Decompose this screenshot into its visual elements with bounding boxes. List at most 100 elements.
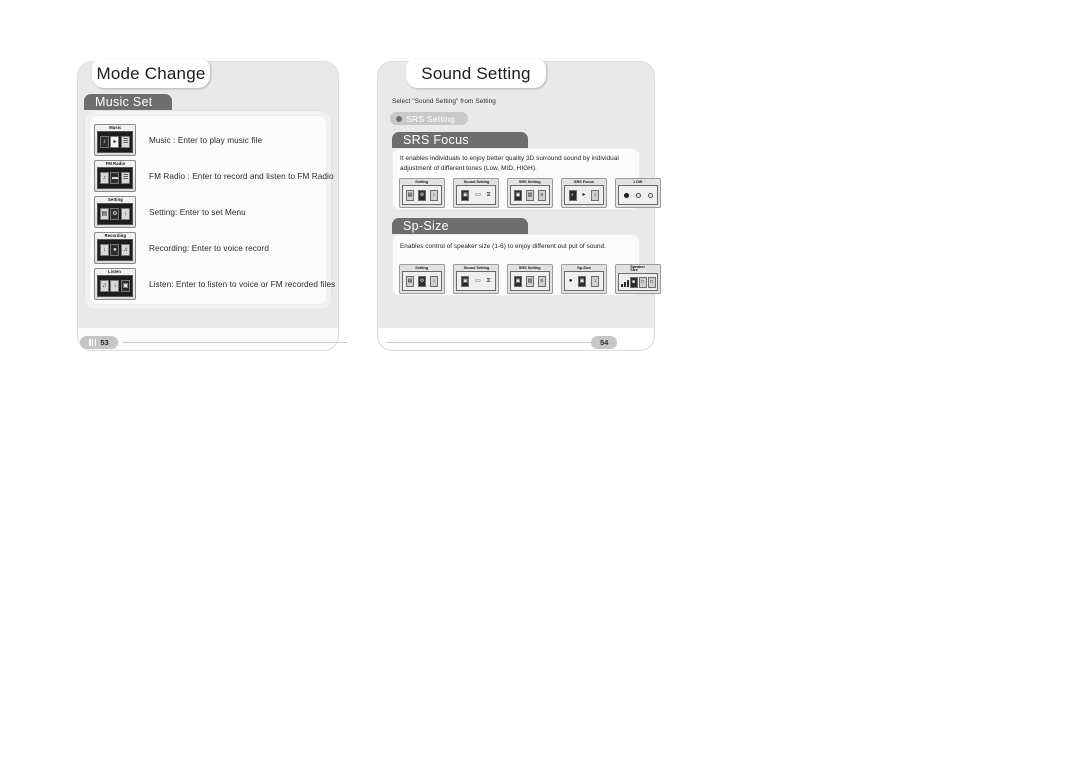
lcd-glyph: ▤ — [99, 208, 109, 220]
lcd-glyph: ▣ — [121, 280, 131, 292]
step-icon-caption: Sp-Size — [577, 265, 591, 271]
step-icon-caption: LOW — [633, 179, 643, 185]
bullet-dot-icon — [396, 115, 402, 122]
lcd-glyph: ♪ — [99, 172, 109, 184]
device-icon-caption: Music — [108, 125, 122, 131]
step-icon-screen: ▣ ▭ ⧖ — [456, 271, 496, 291]
step-icon-setting: Setting ▤ ⚙ ↓ — [399, 264, 445, 294]
speaker-level-bars-icon — [620, 278, 629, 287]
step-icon-screen — [618, 185, 658, 205]
page-marker-ticks — [89, 339, 97, 346]
list-item-label: Music : Enter to play music file — [149, 135, 263, 145]
device-icon-listen: Listen ♫ ↓ ▣ — [94, 268, 136, 300]
step-icon-caption: SRS Setting — [519, 179, 541, 185]
device-icon-screen: ♪ ▸ ☰ — [97, 131, 133, 153]
lead-instruction: Select "Sound Setting" from Setting — [392, 98, 496, 105]
srs-focus-description: It enables individuals to enjoy better q… — [400, 155, 619, 172]
step-icon-srs-setting: SRS Setting ▣ ▥ ≡ — [507, 178, 553, 208]
page-number-value: 53 — [100, 338, 109, 347]
step-icon-setting: Setting ▤ ⚙ ↓ — [399, 178, 445, 208]
mini-glyph: ↓ — [591, 275, 600, 287]
mini-glyph: ▣ — [514, 275, 522, 287]
lcd-glyph: ♪ — [99, 136, 109, 148]
mini-glyph: □ — [638, 276, 647, 288]
device-icon-music: Music ♪ ▸ ☰ — [94, 124, 136, 156]
step-icon-caption: SRS Setting — [519, 265, 541, 271]
step-icon-screen: ▤ ⚙ ↓ — [402, 185, 442, 205]
level-dot-empty-icon — [635, 192, 641, 198]
device-icon-screen: ♫ ↓ ▣ — [97, 275, 133, 297]
srs-setting-pill: SRS Setting — [390, 112, 468, 125]
step-icon-screen: ■ □ □ — [618, 273, 658, 291]
mini-glyph: ▤ — [406, 189, 414, 201]
mini-glyph: ▭ — [475, 192, 481, 198]
section-tab-sp-size: Sp-Size — [392, 218, 528, 234]
step-icon-screen: ▣ ▭ ⧖ — [456, 185, 496, 205]
step-icon-caption: Speaker Size — [630, 264, 646, 273]
step-icon-speaker-size: Speaker Size ■ □ □ — [615, 264, 661, 294]
step-icon-screen: ▤ ⚙ ↓ — [402, 271, 442, 291]
level-dot-filled-icon — [623, 192, 629, 198]
mini-glyph: ◐ — [568, 189, 577, 201]
footer-rule-right — [386, 342, 591, 343]
device-icon-screen: ↓ ● ♫ — [97, 239, 133, 261]
mini-glyph: ▣ — [577, 275, 586, 287]
mini-glyph: ⚙ — [418, 189, 426, 201]
mini-glyph: ▣ — [514, 189, 522, 201]
mini-glyph: ⧖ — [486, 278, 491, 284]
lcd-glyph: ⚙ — [110, 208, 120, 220]
device-icon-screen: ♪ ▬ ☰ — [97, 167, 133, 189]
srs-focus-icon-strip: Setting ▤ ⚙ ↓ Sound Setting ▣ ▭ ⧖ SRS Se… — [399, 178, 661, 208]
section-tab-music-set: Music Set — [84, 94, 172, 110]
step-icon-sound-setting: Sound Setting ▣ ▭ ⧖ — [453, 264, 499, 294]
page-number-value: 54 — [600, 338, 609, 347]
srs-setting-pill-label: SRS Setting — [406, 113, 456, 124]
list-item-label: FM Radio : Enter to record and listen to… — [149, 171, 334, 181]
lcd-glyph: ☰ — [121, 136, 131, 148]
device-icon-caption: FM Radio — [105, 161, 125, 167]
step-icon-sound-setting: Sound Setting ▣ ▭ ⧖ — [453, 178, 499, 208]
mini-glyph: ▥ — [526, 189, 534, 201]
step-icon-screen: ◐ ▸ ↓ — [564, 185, 604, 205]
lcd-glyph: ↓ — [99, 244, 109, 256]
mini-glyph: ▣ — [461, 275, 470, 287]
device-icon-caption: Recording — [104, 233, 126, 239]
step-icon-srs-focus: SRS Focus ◐ ▸ ↓ — [561, 178, 607, 208]
device-icon-recording: Recording ↓ ● ♫ — [94, 232, 136, 264]
manual-page-left: Mode Change Music Set Music ♪ ▸ ☰ Music … — [78, 59, 338, 350]
lcd-glyph: ☰ — [121, 172, 131, 184]
mini-glyph: ▤ — [406, 275, 414, 287]
step-icon-screen: ● ▣ ↓ — [564, 271, 604, 291]
step-icon-sp-size: Sp-Size ● ▣ ↓ — [561, 264, 607, 294]
lcd-glyph: ♫ — [99, 280, 109, 292]
page-number-right: 54 — [591, 336, 618, 349]
lcd-glyph: ▸ — [110, 136, 120, 148]
list-item-label: Recording: Enter to voice record — [149, 243, 269, 253]
page-number-left: 53 — [80, 336, 118, 349]
page-title-mode-change: Mode Change — [92, 59, 210, 88]
list-item-label: Listen: Enter to listen to voice or FM r… — [149, 279, 336, 289]
mini-glyph: ↓ — [430, 275, 438, 287]
mini-glyph: □ — [647, 276, 656, 288]
sp-size-description: Enables control of speaker size (1-6) to… — [400, 243, 607, 250]
lcd-glyph: ↓ — [110, 280, 120, 292]
list-item: Music ♪ ▸ ☰ Music : Enter to play music … — [94, 124, 262, 156]
step-icon-caption: Setting — [415, 265, 429, 271]
device-icon-screen: ▤ ⚙ ↓ — [97, 203, 133, 225]
manual-page-right: Sound Setting Select "Sound Setting" fro… — [378, 59, 661, 350]
mini-glyph: ⚙ — [418, 275, 426, 287]
step-icon-screen: ▣ ▥ ≡ — [510, 185, 550, 205]
mini-glyph: ▥ — [526, 275, 534, 287]
list-item: Recording ↓ ● ♫ Recording: Enter to voic… — [94, 232, 269, 264]
step-icon-srs-setting: SRS Setting ▣ ▥ ≡ — [507, 264, 553, 294]
device-icon-setting: Setting ▤ ⚙ ↓ — [94, 196, 136, 228]
step-icon-caption: Sound Setting — [463, 265, 489, 271]
mini-glyph: ▣ — [461, 189, 470, 201]
step-icon-screen: ▣ ▥ ≡ — [510, 271, 550, 291]
device-icon-caption: Listen — [108, 269, 122, 275]
step-icon-caption: SRS Focus — [573, 179, 595, 185]
section-tab-srs-focus: SRS Focus — [392, 132, 528, 148]
page-title-sound-setting: Sound Setting — [406, 59, 546, 88]
mini-glyph: ⧖ — [486, 192, 491, 198]
list-item-label: Setting: Enter to set Menu — [149, 207, 246, 217]
